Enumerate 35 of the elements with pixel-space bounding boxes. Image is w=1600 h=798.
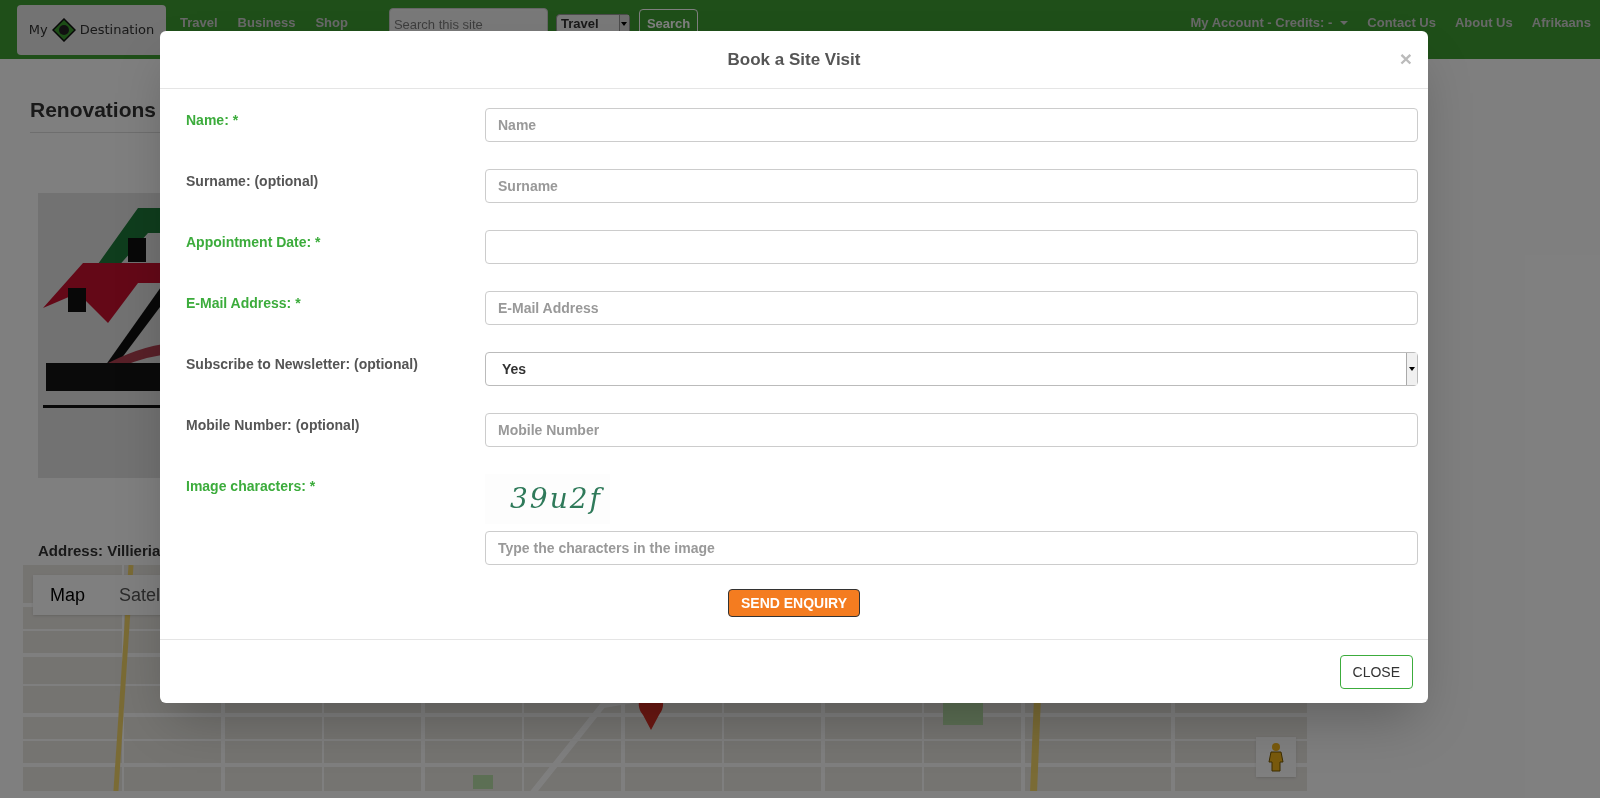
input-field[interactable]: Surname bbox=[485, 169, 1418, 203]
newsletter-dropdown[interactable]: Yes bbox=[485, 352, 1418, 386]
input-field[interactable]: Type the characters in the image bbox=[485, 531, 1418, 565]
address-text: Address: Villieria bbox=[38, 540, 161, 561]
nav-link[interactable]: About Us bbox=[1454, 13, 1513, 33]
field-label: Surname: (optional) bbox=[186, 172, 320, 191]
page-heading: Renovations bbox=[30, 97, 158, 123]
category-dropdown[interactable]: Travel bbox=[555, 14, 630, 34]
input-field[interactable]: Mobile Number bbox=[485, 413, 1418, 447]
nav-link[interactable]: Business bbox=[237, 13, 296, 33]
input-field[interactable]: E-Mail Address bbox=[485, 291, 1418, 325]
input-field[interactable]: Name bbox=[485, 108, 1418, 142]
caret-icon bbox=[1340, 20, 1349, 25]
pegman-icon[interactable] bbox=[1256, 737, 1296, 777]
field-label: Mobile Number: (optional) bbox=[186, 416, 361, 435]
nav-link[interactable]: Afrikaans bbox=[1531, 13, 1591, 33]
site-logo[interactable]: My Destination bbox=[17, 5, 166, 55]
input-field[interactable] bbox=[485, 230, 1418, 264]
nav-link[interactable]: Contact Us bbox=[1367, 13, 1436, 33]
map-type-tab[interactable]: Map bbox=[33, 575, 102, 615]
nav-link[interactable]: Shop bbox=[315, 13, 348, 33]
nav-link[interactable]: Travel bbox=[180, 13, 218, 33]
close-button[interactable]: CLOSE bbox=[1339, 655, 1413, 689]
send-enquiry-button[interactable]: SEND ENQUIRY bbox=[727, 589, 861, 617]
captcha-text: 39u2f bbox=[510, 481, 602, 517]
logo-text: My bbox=[28, 21, 48, 40]
field-label: Subscribe to Newsletter: (optional) bbox=[186, 355, 419, 374]
modal-title: Book a Site Visit bbox=[727, 48, 861, 71]
logo-text: Destination bbox=[79, 21, 155, 40]
field-label: Name: * bbox=[186, 111, 240, 130]
field-label: Appointment Date: * bbox=[186, 233, 322, 252]
field-label: E-Mail Address: * bbox=[186, 294, 302, 313]
nav-link[interactable]: My Account - Credits: - bbox=[1190, 13, 1349, 33]
field-label: Image characters: * bbox=[186, 477, 317, 496]
caret-icon bbox=[1406, 353, 1417, 385]
